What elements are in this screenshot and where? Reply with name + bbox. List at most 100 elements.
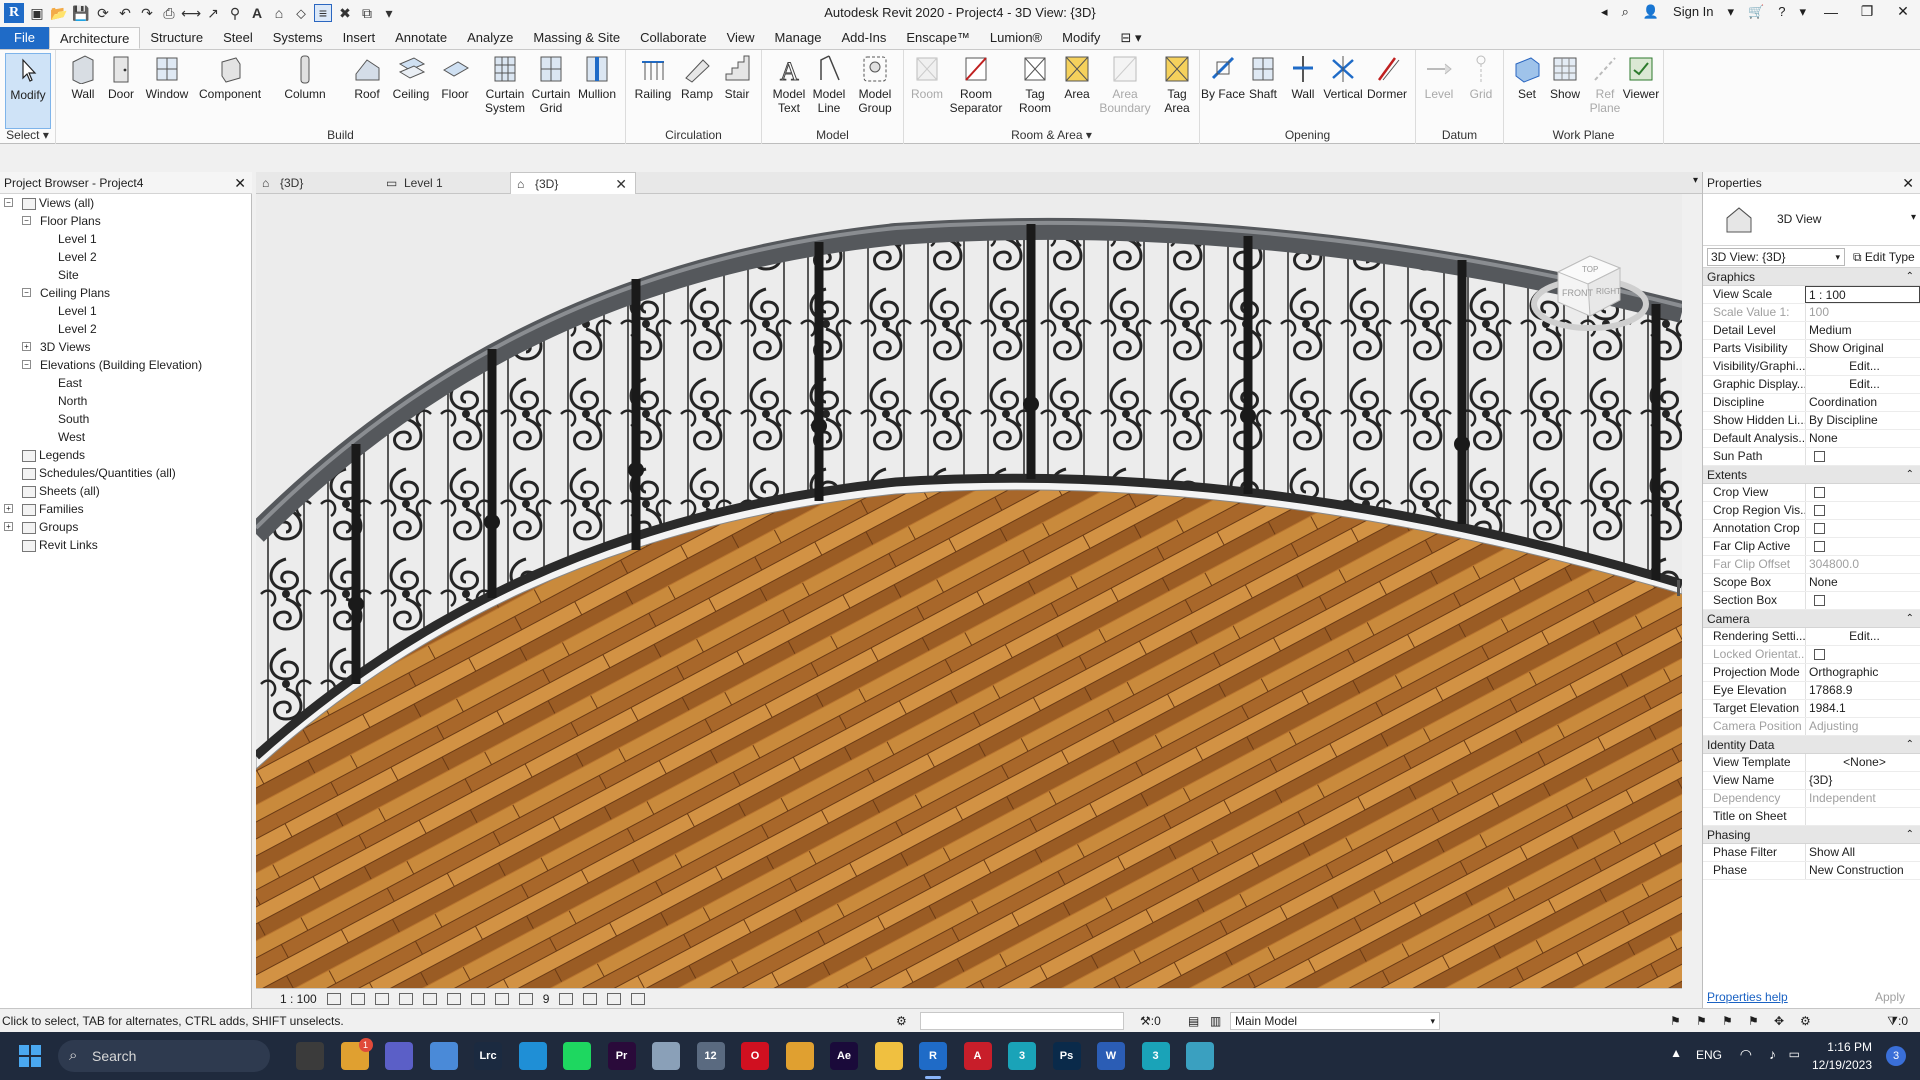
dropdown-icon[interactable]: ▾ xyxy=(1728,4,1735,20)
dimension-icon[interactable]: ↗ xyxy=(204,4,222,22)
collapse-category-icon[interactable]: ⌃ xyxy=(1906,610,1914,628)
browser-node[interactable]: Level 2 xyxy=(0,320,252,338)
view-scale-button[interactable]: 1 : 100 xyxy=(280,989,317,1009)
checkbox-icon[interactable] xyxy=(1814,487,1825,499)
tab-insert[interactable]: Insert xyxy=(333,27,386,49)
filter-count[interactable]: ⧩:0 xyxy=(1887,1009,1908,1033)
view-tab-3d[interactable]: ⌂ {3D} xyxy=(256,172,380,194)
floor-button[interactable]: Floor xyxy=(432,53,478,129)
browser-node[interactable]: + Groups xyxy=(0,518,252,536)
canvas-right-handle[interactable] xyxy=(1677,580,1680,596)
room-area-dropdown[interactable]: Room & Area ▾ xyxy=(904,128,1199,142)
3dsmax2-icon[interactable]: 3 xyxy=(1141,1042,1170,1070)
hidden-elements-count[interactable]: 9 xyxy=(543,989,550,1009)
property-value[interactable]: 1984.1 xyxy=(1805,700,1920,717)
rendering-icon[interactable] xyxy=(422,992,437,1005)
property-value[interactable] xyxy=(1805,808,1920,825)
spotify-icon[interactable] xyxy=(563,1042,591,1070)
tab-steel[interactable]: Steel xyxy=(213,27,263,49)
tab-file[interactable]: File xyxy=(0,27,49,49)
properties-help-link[interactable]: Properties help xyxy=(1707,986,1788,1008)
checkbox-icon[interactable] xyxy=(1814,541,1825,553)
background-process-icon[interactable]: ⚙ xyxy=(1800,1009,1811,1033)
close-browser-icon[interactable]: ✕ xyxy=(234,172,246,194)
teams-icon[interactable] xyxy=(385,1042,413,1070)
collapse-category-icon[interactable]: ⌃ xyxy=(1906,268,1914,286)
collapse-icon[interactable]: − xyxy=(22,360,31,369)
browser-node[interactable]: Level 1 xyxy=(0,230,252,248)
minimize-button[interactable]: — xyxy=(1820,4,1842,20)
file-explorer-dark-icon[interactable] xyxy=(296,1042,324,1070)
editing-requests[interactable]: ⚒:0 xyxy=(1140,1009,1161,1033)
property-value[interactable]: None xyxy=(1805,430,1920,447)
constraints-icon[interactable] xyxy=(631,992,646,1005)
model-line-button[interactable]: Model Line xyxy=(806,53,852,129)
browser-node[interactable]: − Ceiling Plans xyxy=(0,284,252,302)
property-value[interactable]: By Discipline xyxy=(1805,412,1920,429)
browser-node[interactable]: West xyxy=(0,428,252,446)
viewcube[interactable]: TOP FRONT RIGHT xyxy=(1528,242,1658,342)
level-button[interactable]: Level xyxy=(1416,53,1462,129)
collapse-category-icon[interactable]: ⌃ xyxy=(1906,466,1914,484)
property-value[interactable]: Show All xyxy=(1805,844,1920,861)
disk-app-icon[interactable] xyxy=(652,1042,680,1070)
analytical-model-icon[interactable] xyxy=(607,992,622,1005)
viewcube-front-label[interactable]: FRONT xyxy=(1562,288,1593,298)
property-category[interactable]: Identity Data ⌃ xyxy=(1703,736,1920,754)
collapse-icon[interactable]: − xyxy=(22,216,31,225)
tab-view[interactable]: View xyxy=(717,27,765,49)
window-button[interactable]: Window xyxy=(144,53,190,129)
workset-combo[interactable] xyxy=(920,1012,1124,1030)
detail-level-icon[interactable] xyxy=(326,992,341,1005)
tab-analyze[interactable]: Analyze xyxy=(457,27,523,49)
type-selector[interactable]: 3D View ▾ xyxy=(1703,194,1920,246)
temp-hide-icon[interactable] xyxy=(518,992,533,1005)
apply-button[interactable]: Apply xyxy=(1875,986,1905,1008)
browser-node[interactable]: − Elevations (Building Elevation) xyxy=(0,356,252,374)
stair-button[interactable]: Stair xyxy=(714,53,760,129)
tab-list-dropdown-icon[interactable]: ▾ xyxy=(1693,175,1698,186)
tab-add-ins[interactable]: Add-Ins xyxy=(832,27,897,49)
browser-node[interactable]: Revit Links xyxy=(0,536,252,554)
property-value[interactable]: Orthographic xyxy=(1805,664,1920,681)
sign-in-link[interactable]: Sign In xyxy=(1673,4,1713,19)
visual-style-icon[interactable] xyxy=(350,992,365,1005)
revit-icon[interactable]: R xyxy=(919,1042,947,1070)
undo-icon[interactable]: ↶ xyxy=(116,4,134,22)
browser-node[interactable]: Level 1 xyxy=(0,302,252,320)
tab-annotate[interactable]: Annotate xyxy=(385,27,457,49)
battery-icon[interactable]: ▭ xyxy=(1789,1047,1800,1061)
windows-start-icon[interactable] xyxy=(18,1044,42,1068)
tab-massing-site[interactable]: Massing & Site xyxy=(523,27,630,49)
edge-icon[interactable] xyxy=(518,1042,547,1070)
temp-view-properties-icon[interactable] xyxy=(583,992,598,1005)
dormer-button[interactable]: Dormer xyxy=(1364,53,1410,129)
collapse-category-icon[interactable]: ⌃ xyxy=(1906,826,1914,844)
column-button[interactable]: Column xyxy=(280,53,330,129)
property-value[interactable]: None xyxy=(1805,574,1920,591)
property-category[interactable]: Graphics ⌃ xyxy=(1703,268,1920,286)
customize-qat-icon[interactable]: ▾ xyxy=(380,4,398,22)
photoshop-icon[interactable]: Ps xyxy=(1052,1042,1081,1070)
tab-modify[interactable]: Modify xyxy=(1052,27,1110,49)
curtain-system-button[interactable]: Curtain System xyxy=(482,53,528,129)
browser-node[interactable]: North xyxy=(0,392,252,410)
railing-button[interactable]: Railing xyxy=(630,53,676,129)
view-tab-level-1[interactable]: ▭ Level 1 xyxy=(380,172,510,194)
drag-elements-icon[interactable]: ✥ xyxy=(1774,1009,1784,1033)
property-checkbox[interactable] xyxy=(1805,520,1920,537)
browser-node[interactable]: − Floor Plans xyxy=(0,212,252,230)
lock-3d-view-icon[interactable] xyxy=(494,992,509,1005)
workset-icon[interactable]: ⚙ xyxy=(896,1009,907,1033)
tray-overflow-icon[interactable]: ▲ xyxy=(1670,1046,1682,1060)
collapse-icon[interactable]: − xyxy=(4,198,13,207)
curtain-grid-button[interactable]: Curtain Grid xyxy=(528,53,574,129)
tab-structure[interactable]: Structure xyxy=(140,27,213,49)
switch-windows-icon[interactable]: ⧉ xyxy=(358,4,376,22)
tag-area-button[interactable]: Tag Area xyxy=(1154,53,1200,129)
browser-node[interactable]: East xyxy=(0,374,252,392)
property-edit-button[interactable]: Edit... xyxy=(1805,628,1920,645)
checkbox-icon[interactable] xyxy=(1814,505,1825,517)
property-checkbox[interactable] xyxy=(1805,484,1920,501)
checkbox-icon[interactable] xyxy=(1814,595,1825,607)
